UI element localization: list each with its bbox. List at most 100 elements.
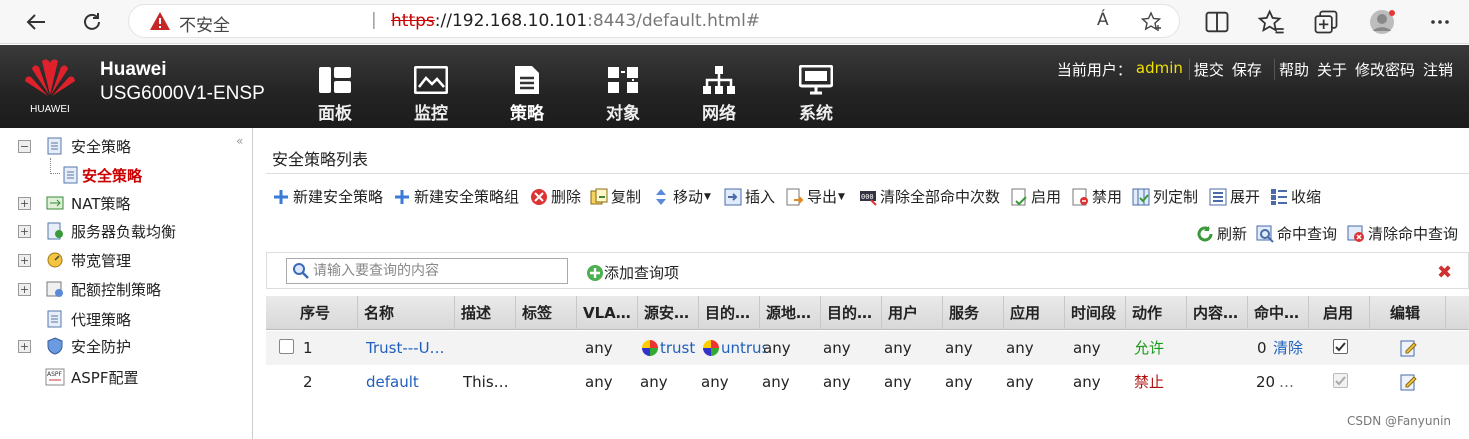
column-header[interactable]: 时间段 bbox=[1065, 296, 1126, 330]
collapse-button[interactable]: 收缩 bbox=[1270, 186, 1321, 207]
change-password-link[interactable]: 修改密码 bbox=[1351, 59, 1419, 80]
nav-monitor[interactable]: 监控 bbox=[401, 65, 461, 124]
collections-icon[interactable] bbox=[1312, 8, 1340, 36]
column-header[interactable]: 命中… bbox=[1248, 296, 1309, 330]
disable-button[interactable]: 禁用 bbox=[1071, 186, 1122, 207]
nav-system[interactable]: 系统 bbox=[786, 65, 846, 124]
nav-dashboard[interactable]: 面板 bbox=[305, 65, 365, 124]
more-menu-icon[interactable] bbox=[1426, 8, 1454, 36]
new-policy-button[interactable]: 新建安全策略 bbox=[272, 186, 383, 207]
move-button[interactable]: 移动 ▼ bbox=[652, 186, 711, 207]
column-header[interactable]: 用户 bbox=[882, 296, 943, 330]
expand-toggle-icon[interactable]: + bbox=[18, 282, 31, 296]
column-header[interactable]: 标签 bbox=[516, 296, 577, 330]
help-link[interactable]: 帮助 bbox=[1273, 59, 1313, 80]
column-header[interactable]: VLA… bbox=[577, 296, 638, 330]
column-header[interactable]: 应用 bbox=[1004, 296, 1065, 330]
column-header[interactable]: 编辑 bbox=[1370, 296, 1446, 330]
search-box[interactable] bbox=[286, 258, 568, 284]
cell-name-link[interactable]: default bbox=[366, 365, 419, 399]
column-header[interactable]: 内容… bbox=[1187, 296, 1248, 330]
expand-toggle-icon[interactable]: + bbox=[18, 196, 31, 210]
row-checkbox[interactable] bbox=[279, 339, 294, 354]
copy-button[interactable]: 复制 bbox=[590, 186, 641, 207]
table-header: 序号 名称 描述 标签 VLA… 源安… 目的… 源地… 目的… 用户 服务 应… bbox=[266, 296, 1469, 330]
table-row[interactable]: 1 Trust---U… any trust untrust any any a… bbox=[266, 331, 1469, 365]
insert-button[interactable]: 插入 bbox=[724, 186, 775, 207]
column-header[interactable]: 服务 bbox=[943, 296, 1004, 330]
edit-icon[interactable] bbox=[1400, 373, 1418, 391]
enable-button[interactable]: 启用 bbox=[1010, 186, 1061, 207]
column-header[interactable]: 序号 bbox=[266, 296, 358, 330]
cell-dst-zone[interactable]: untrust bbox=[703, 331, 765, 365]
expand-toggle-icon[interactable]: + bbox=[18, 253, 31, 267]
nav-policy[interactable]: 策略 bbox=[497, 65, 557, 124]
sidebar-item-label: ASPF配置 bbox=[71, 368, 139, 387]
logout-link[interactable]: 注销 bbox=[1419, 59, 1457, 80]
refresh-button[interactable]: 刷新 bbox=[1196, 223, 1247, 244]
button-label: 列定制 bbox=[1153, 188, 1199, 206]
column-header[interactable]: 目的… bbox=[821, 296, 882, 330]
sidebar-item-proxy-policy[interactable]: 代理策略 bbox=[0, 306, 250, 332]
close-search-icon[interactable]: ✖ bbox=[1437, 262, 1452, 283]
sidebar-item-bandwidth[interactable]: + 带宽管理 bbox=[0, 247, 250, 273]
cell-src-zone[interactable]: trust bbox=[642, 331, 702, 365]
clear-hit-query-button[interactable]: 清除命中查询 bbox=[1347, 223, 1458, 244]
clear-hits-link[interactable]: 清除 bbox=[1273, 331, 1303, 365]
reload-icon[interactable] bbox=[78, 8, 106, 36]
column-header[interactable]: 动作 bbox=[1126, 296, 1187, 330]
add-favorite-icon[interactable] bbox=[1141, 11, 1163, 33]
submit-link[interactable]: 提交 bbox=[1188, 59, 1228, 80]
nav-object[interactable]: 对象 bbox=[593, 65, 653, 124]
column-header[interactable]: 启用 bbox=[1309, 296, 1370, 330]
sidebar-item-quota-control[interactable]: + 配额控制策略 bbox=[0, 276, 250, 302]
button-label: 复制 bbox=[611, 188, 642, 206]
system-icon bbox=[799, 65, 833, 95]
expand-toggle-icon[interactable]: + bbox=[18, 224, 31, 238]
button-label: 展开 bbox=[1230, 188, 1261, 206]
sidebar-item-load-balancing[interactable]: + 服务器负载均衡 bbox=[0, 218, 250, 244]
expand-toggle-icon[interactable]: + bbox=[18, 339, 31, 353]
delete-button[interactable]: 删除 bbox=[530, 186, 581, 207]
expand-button[interactable]: 展开 bbox=[1209, 186, 1260, 207]
cell-src-addr: any bbox=[762, 373, 790, 391]
column-header[interactable]: 名称 bbox=[358, 296, 455, 330]
table-row[interactable]: 2 default This… any any any any any any … bbox=[266, 365, 1469, 399]
edit-icon[interactable] bbox=[1400, 339, 1418, 357]
read-aloud-icon[interactable]: Á bbox=[1097, 10, 1109, 30]
column-header[interactable]: 源地… bbox=[760, 296, 821, 330]
new-policy-group-button[interactable]: 新建安全策略组 bbox=[393, 186, 519, 207]
cell-name-link[interactable]: Trust---U… bbox=[366, 331, 448, 365]
save-link[interactable]: 保存 bbox=[1228, 59, 1266, 80]
sidebar-item-security-policy[interactable]: 安全策略 bbox=[0, 158, 250, 188]
column-custom-button[interactable]: 列定制 bbox=[1132, 186, 1198, 207]
clear-all-hits-button[interactable]: 000 清除全部命中次数 bbox=[859, 186, 1000, 207]
sidebar-item-security-policy-group[interactable]: − 安全策略 bbox=[0, 133, 250, 159]
current-user: admin bbox=[1135, 59, 1183, 77]
column-header[interactable]: 源安… bbox=[638, 296, 699, 330]
column-header[interactable]: 目的… bbox=[699, 296, 760, 330]
column-header[interactable]: 描述 bbox=[455, 296, 516, 330]
add-circle-icon bbox=[587, 264, 603, 281]
about-link[interactable]: 关于 bbox=[1313, 59, 1351, 80]
search-input[interactable] bbox=[313, 261, 563, 281]
collapse-toggle-icon[interactable]: − bbox=[18, 139, 31, 153]
profile-avatar[interactable] bbox=[1368, 8, 1396, 36]
button-label: 收缩 bbox=[1291, 188, 1322, 206]
sidebar-item-security-protection[interactable]: + 安全防护 bbox=[0, 333, 250, 359]
favorites-icon[interactable] bbox=[1258, 8, 1286, 36]
back-icon[interactable] bbox=[22, 8, 50, 36]
nav-network[interactable]: 网络 bbox=[689, 65, 749, 124]
url-host: ://192.168.10.101 bbox=[434, 11, 588, 31]
enable-checkbox[interactable] bbox=[1333, 339, 1348, 354]
address-bar[interactable]: 不安全 | https://192.168.10.101:8443/defaul… bbox=[128, 4, 1180, 38]
dropdown-arrow-icon: ▼ bbox=[838, 191, 845, 202]
hit-query-button[interactable]: 命中查询 bbox=[1256, 223, 1337, 244]
expand-icon bbox=[1209, 188, 1227, 205]
sidebar-item-aspf[interactable]: ASPF ASPF配置 bbox=[0, 364, 250, 390]
add-query-button[interactable]: 添加查询项 bbox=[586, 262, 679, 283]
split-screen-icon[interactable] bbox=[1203, 8, 1231, 36]
export-button[interactable]: 导出 ▼ bbox=[786, 186, 845, 207]
cell-hits: 0 bbox=[1257, 339, 1267, 357]
sidebar-item-nat-policy[interactable]: + NAT策略 bbox=[0, 190, 250, 216]
